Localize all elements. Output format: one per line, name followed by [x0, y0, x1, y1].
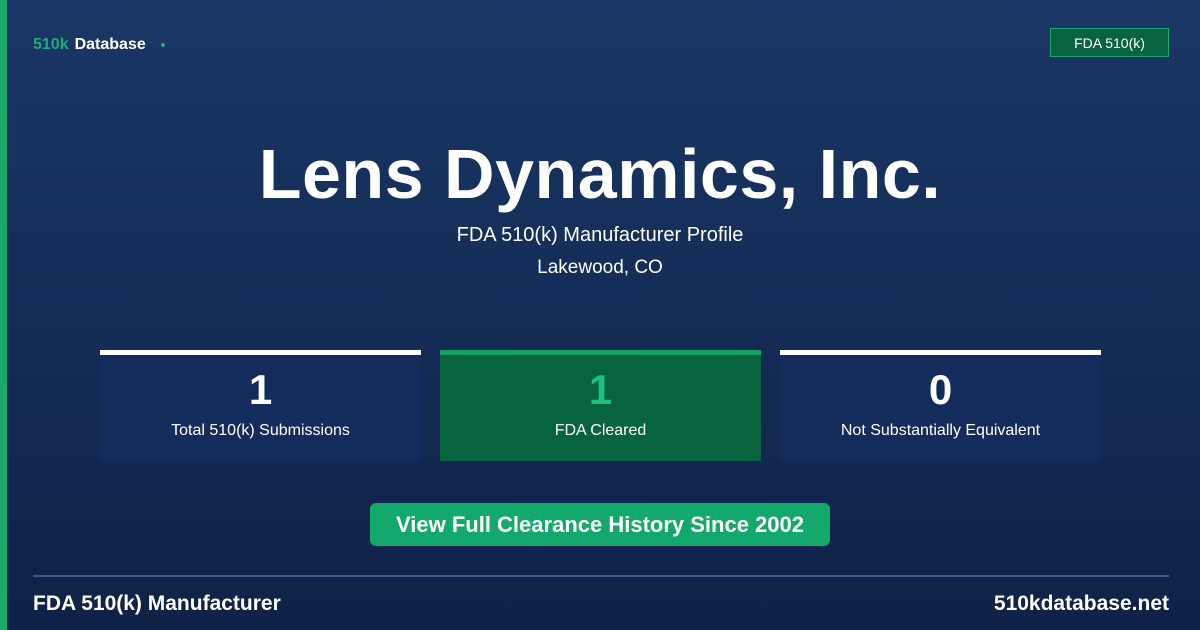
brand-prefix: 510k — [33, 36, 69, 53]
left-accent-bar — [0, 0, 7, 630]
stat-label: FDA Cleared — [554, 422, 647, 439]
stat-value: 1 — [248, 366, 273, 413]
fda-510k-badge: FDA 510(k) — [1050, 28, 1169, 57]
view-clearance-history-button[interactable]: View Full Clearance History Since 2002 — [370, 503, 830, 546]
brand-logo[interactable]: 510k Database — [33, 36, 165, 54]
footer-divider — [33, 575, 1169, 577]
stat-card-fda-cleared: 1 FDA Cleared — [440, 350, 761, 461]
profile-subtitle: FDA 510(k) Manufacturer Profile — [456, 224, 744, 246]
footer-label: FDA 510(k) Manufacturer — [33, 592, 281, 615]
company-name: Lens Dynamics, Inc. — [258, 135, 942, 213]
stat-value: 1 — [588, 366, 613, 413]
stat-card-total-submissions: 1 Total 510(k) Submissions — [100, 350, 421, 461]
brand-name: Database — [74, 36, 146, 53]
brand-dot-icon — [160, 43, 165, 47]
footer-site-link[interactable]: 510kdatabase.net — [994, 592, 1169, 616]
stat-label: Total 510(k) Submissions — [171, 422, 350, 439]
stat-value: 0 — [928, 366, 953, 413]
stat-label: Not Substantially Equivalent — [840, 422, 1041, 439]
company-location: Lakewood, CO — [537, 257, 663, 278]
stat-card-not-substantially-equivalent: 0 Not Substantially Equivalent — [780, 350, 1101, 461]
